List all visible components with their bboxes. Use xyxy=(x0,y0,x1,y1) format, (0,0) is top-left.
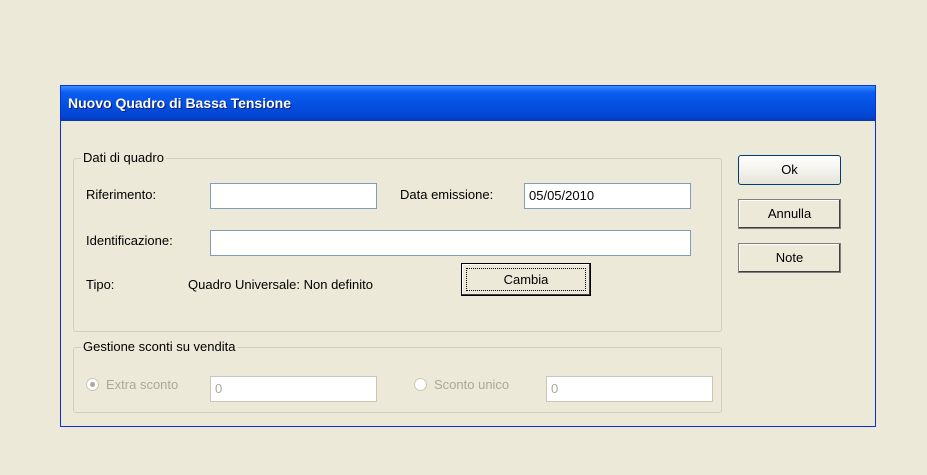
sconto-unico-radio[interactable] xyxy=(414,378,427,391)
cambia-button[interactable]: Cambia xyxy=(461,263,591,296)
group-gestione-sconti-legend: Gestione sconti su vendita xyxy=(81,339,238,354)
data-emissione-label: Data emissione: xyxy=(400,187,494,202)
extra-sconto-label: Extra sconto xyxy=(106,377,179,392)
annulla-button[interactable]: Annulla xyxy=(738,199,841,229)
group-dati-quadro: Dati di quadro Riferimento: Data emissio… xyxy=(73,150,722,332)
note-button[interactable]: Note xyxy=(738,243,841,273)
cambia-button-label: Cambia xyxy=(466,268,586,291)
tipo-label: Tipo: xyxy=(86,277,115,292)
riferimento-field[interactable] xyxy=(210,183,377,209)
dialog-window: Nuovo Quadro di Bassa Tensione Dati di q… xyxy=(60,85,876,427)
sconto-unico-label: Sconto unico xyxy=(434,377,510,392)
riferimento-label: Riferimento: xyxy=(86,187,157,202)
dialog-title: Nuovo Quadro di Bassa Tensione xyxy=(68,95,292,111)
group-dati-quadro-legend: Dati di quadro xyxy=(81,150,166,165)
ok-button[interactable]: Ok xyxy=(738,155,841,185)
tipo-value: Quadro Universale: Non definito xyxy=(188,277,373,292)
group-gestione-sconti: Gestione sconti su vendita Extra sconto … xyxy=(73,339,722,413)
extra-sconto-field[interactable]: 0 xyxy=(210,376,377,402)
extra-sconto-radio[interactable] xyxy=(86,378,99,391)
extra-sconto-radio-dot xyxy=(90,382,95,387)
identificazione-field[interactable] xyxy=(210,230,691,256)
title-bar[interactable]: Nuovo Quadro di Bassa Tensione xyxy=(61,86,875,121)
data-emissione-field[interactable]: 05/05/2010 xyxy=(524,183,691,209)
sconto-unico-field[interactable]: 0 xyxy=(546,376,713,402)
identificazione-label: Identificazione: xyxy=(86,233,173,248)
